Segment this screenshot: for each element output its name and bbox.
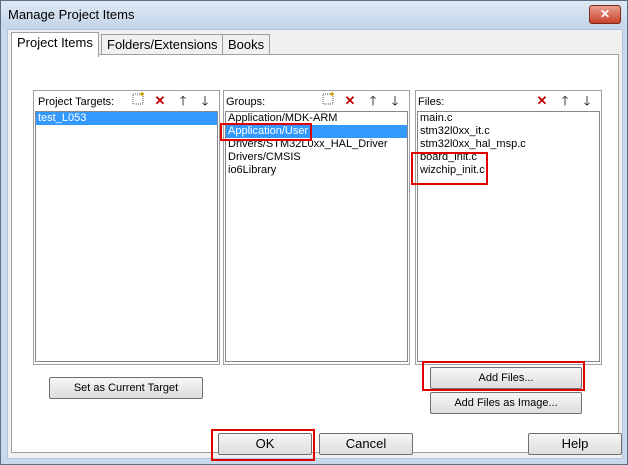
move-up-icon[interactable]: 🡑 [364, 92, 382, 110]
close-button[interactable]: ✕ [589, 5, 621, 24]
add-files-as-image-button[interactable]: Add Files as Image... [430, 392, 582, 414]
tab-books[interactable]: Books [222, 34, 271, 55]
delete-icon[interactable]: ✕ [533, 92, 551, 110]
dialog-client-area: Project Items Folders/Extensions Books P… [7, 29, 623, 459]
list-item[interactable]: test_L053 [36, 112, 217, 125]
move-up-icon[interactable]: 🡑 [174, 92, 192, 110]
window-title: Manage Project Items [8, 7, 135, 22]
list-item[interactable]: io6Library [226, 164, 407, 177]
annotation-box-group [220, 123, 312, 141]
list-item[interactable]: stm32l0xx_it.c [418, 125, 599, 138]
new-item-icon[interactable] [319, 92, 337, 110]
targets-list[interactable]: test_L053 [35, 111, 218, 362]
files-label: Files: [418, 96, 445, 108]
delete-icon[interactable]: ✕ [341, 92, 359, 110]
tab-page-project-items: Project Targets: ✕ 🡑 🡓 test_L053 Groups:… [11, 54, 619, 453]
files-pane: Files: ✕ 🡑 🡓 main.c stm32l0xx_it.c stm32… [415, 90, 602, 365]
list-item[interactable]: main.c [418, 112, 599, 125]
annotation-box-add-files [422, 361, 585, 391]
manage-project-items-dialog: Manage Project Items ✕ Project Items Fol… [0, 0, 628, 465]
help-button[interactable]: Help [528, 433, 622, 455]
list-item[interactable]: Drivers/CMSIS [226, 151, 407, 164]
move-down-icon[interactable]: 🡓 [196, 92, 214, 110]
annotation-box-files [411, 152, 488, 185]
move-up-icon[interactable]: 🡑 [556, 92, 574, 110]
set-current-target-button[interactable]: Set as Current Target [49, 377, 203, 399]
delete-icon[interactable]: ✕ [151, 92, 169, 110]
targets-label: Project Targets: [38, 96, 115, 108]
title-bar[interactable]: Manage Project Items ✕ [1, 1, 627, 28]
targets-pane: Project Targets: ✕ 🡑 🡓 test_L053 [33, 90, 220, 365]
list-item[interactable]: stm32l0xx_hal_msp.c [418, 138, 599, 151]
files-list[interactable]: main.c stm32l0xx_it.c stm32l0xx_hal_msp.… [417, 111, 600, 362]
groups-label: Groups: [226, 96, 266, 108]
annotation-box-ok [211, 429, 315, 461]
new-item-icon[interactable] [129, 92, 147, 110]
cancel-button[interactable]: Cancel [319, 433, 413, 455]
tab-project-items[interactable]: Project Items [11, 32, 99, 57]
move-down-icon[interactable]: 🡓 [578, 92, 596, 110]
move-down-icon[interactable]: 🡓 [386, 92, 404, 110]
groups-list[interactable]: Application/MDK-ARM Application/User Dri… [225, 111, 408, 362]
tab-folders-extensions[interactable]: Folders/Extensions [101, 34, 224, 55]
